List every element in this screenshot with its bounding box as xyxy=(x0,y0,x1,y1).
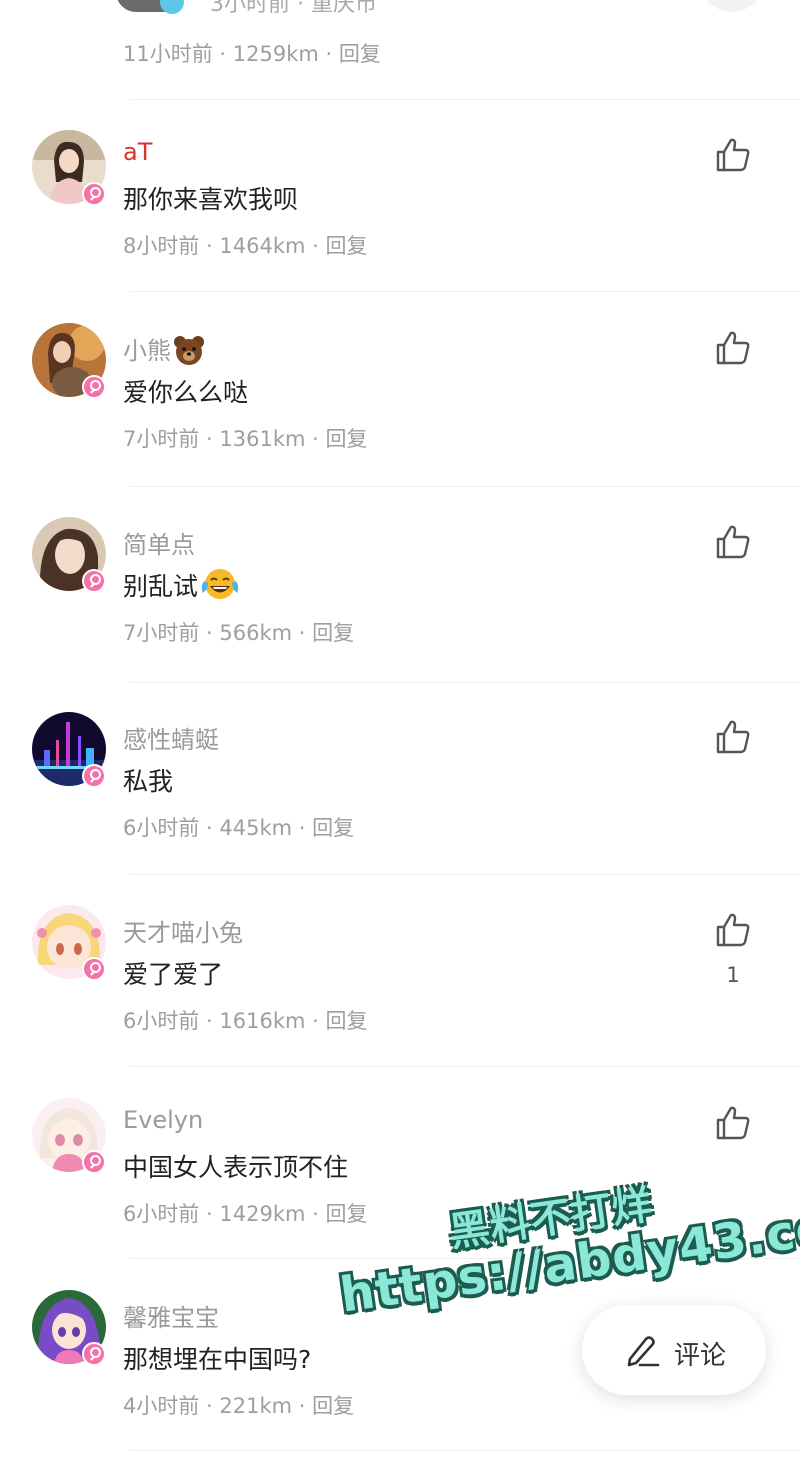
comment-time-distance: 11小时前 · 1259km · xyxy=(123,42,339,66)
reply-button[interactable]: 回复 xyxy=(312,621,354,645)
meta-separator: · xyxy=(199,234,220,258)
thumbs-up-icon xyxy=(716,1106,750,1140)
comment-time: 4小时前 xyxy=(123,1394,200,1418)
meta-separator: · xyxy=(199,1202,220,1226)
comment-meta: 6小时前 · 445km · 回复 xyxy=(123,812,354,842)
partial-comment-top: 3小时前 · 重庆市 11小时前 · 1259km · 回复 xyxy=(0,0,800,100)
like-button[interactable] xyxy=(712,521,754,563)
comment-username[interactable]: Evelyn xyxy=(123,1106,203,1134)
comment-time: 7小时前 xyxy=(123,427,200,451)
divider xyxy=(130,1450,800,1451)
comment-distance: 221km xyxy=(219,1394,293,1418)
meta-separator: · xyxy=(199,1009,220,1033)
comment-distance: 1429km xyxy=(219,1202,306,1226)
comment-time: 7小时前 xyxy=(123,621,200,645)
comment-text: 爱你么么哒 xyxy=(123,378,249,407)
comment-meta: 11小时前 · 1259km · 回复 xyxy=(123,38,381,68)
comment-meta: 6小时前 · 1429km · 回复 xyxy=(123,1198,368,1228)
comment-meta: 8小时前 · 1464km · 回复 xyxy=(123,230,368,260)
comment-item: 简单点 别乱试 7小时前 · 566km · 回复 xyxy=(0,487,800,677)
meta-separator: · xyxy=(292,816,313,840)
reply-button[interactable]: 回复 xyxy=(312,1394,354,1418)
gender-badge-icon xyxy=(82,957,106,981)
comment-time: 6小时前 xyxy=(123,816,200,840)
meta-separator: · xyxy=(305,1202,326,1226)
comment-username[interactable]: aT xyxy=(123,138,152,166)
comment-button[interactable]: 评论 xyxy=(582,1305,766,1395)
thumbs-up-icon xyxy=(716,720,750,754)
comment-button-label: 评论 xyxy=(674,1341,727,1371)
comment-text: 那你来喜欢我呗 xyxy=(123,185,299,214)
comment-item: 感性蜻蜓 私我 6小时前 · 445km · 回复 xyxy=(0,682,800,872)
like-button[interactable] xyxy=(712,1102,754,1144)
reply-button[interactable]: 回复 xyxy=(339,42,381,66)
divider xyxy=(130,1066,800,1067)
gender-badge-icon xyxy=(82,1342,106,1366)
comment-text: 爱了爱了 xyxy=(123,960,224,989)
comment-meta: 7小时前 · 566km · 回复 xyxy=(123,617,354,647)
like-button[interactable] xyxy=(712,716,754,758)
thumbs-up-icon xyxy=(716,913,750,947)
reply-button[interactable]: 回复 xyxy=(326,427,368,451)
reply-button[interactable]: 回复 xyxy=(326,234,368,258)
partial-comment-text: 3小时前 · 重庆市 xyxy=(210,0,377,17)
reply-button[interactable]: 回复 xyxy=(326,1009,368,1033)
comment-text: 私我 xyxy=(123,767,174,796)
meta-separator: · xyxy=(292,1394,313,1418)
comment-distance: 1464km xyxy=(219,234,306,258)
thumbs-up-icon xyxy=(716,331,750,365)
like-button[interactable] xyxy=(712,134,754,176)
meta-separator: · xyxy=(199,427,220,451)
comment-time: 6小时前 xyxy=(123,1202,200,1226)
comment-time: 8小时前 xyxy=(123,234,200,258)
tears-of-joy-emoji-icon xyxy=(200,567,240,607)
meta-separator: · xyxy=(199,816,220,840)
comment-username[interactable]: 馨雅宝宝 xyxy=(123,1298,219,1333)
like-count: 1 xyxy=(726,963,740,987)
gender-badge-icon xyxy=(82,764,106,788)
comment-meta: 6小时前 · 1616km · 回复 xyxy=(123,1005,368,1035)
comment-meta: 4小时前 · 221km · 回复 xyxy=(123,1390,354,1420)
comment-username[interactable]: 天才喵小兔 xyxy=(123,913,243,948)
gender-badge-icon xyxy=(82,375,106,399)
comment-distance: 445km xyxy=(219,816,293,840)
comment-item: 天才喵小兔 爱了爱了 6小时前 · 1616km · 回复 1 xyxy=(0,875,800,1065)
comment-text-content: 别乱试 xyxy=(123,572,199,601)
like-button[interactable] xyxy=(712,909,754,951)
comment-distance: 1361km xyxy=(219,427,306,451)
pen-icon xyxy=(627,1336,660,1367)
comment-meta: 7小时前 · 1361km · 回复 xyxy=(123,423,368,453)
thumbs-up-icon xyxy=(716,138,750,172)
gender-badge-icon xyxy=(82,182,106,206)
reply-button[interactable]: 回复 xyxy=(326,1202,368,1226)
meta-separator: · xyxy=(305,427,326,451)
comment-text: 那想埋在中国吗? xyxy=(123,1345,312,1374)
meta-separator: · xyxy=(199,621,220,645)
comment-text: 别乱试 xyxy=(123,567,240,607)
like-button[interactable] xyxy=(700,0,764,12)
gender-badge-icon xyxy=(82,569,106,593)
comment-time: 6小时前 xyxy=(123,1009,200,1033)
comment-item: 小熊 爱你么么哒 7小时前 · 1361km · 回复 xyxy=(0,293,800,483)
comment-distance: 566km xyxy=(219,621,293,645)
meta-separator: · xyxy=(305,234,326,258)
reply-button[interactable]: 回复 xyxy=(312,816,354,840)
comment-item: aT 那你来喜欢我呗 8小时前 · 1464km · 回复 xyxy=(0,100,800,290)
meta-separator: · xyxy=(305,1009,326,1033)
divider xyxy=(130,291,800,292)
comment-username[interactable]: 感性蜻蜓 xyxy=(123,720,219,755)
meta-separator: · xyxy=(292,621,313,645)
meta-separator: · xyxy=(199,1394,220,1418)
comment-username-text: 小熊 xyxy=(123,337,171,365)
bear-emoji-icon xyxy=(173,335,205,371)
gender-badge-icon xyxy=(82,1150,106,1174)
thumbs-up-icon xyxy=(716,525,750,559)
comment-username[interactable]: 小熊 xyxy=(123,331,205,371)
like-button[interactable] xyxy=(712,327,754,369)
comment-distance: 1616km xyxy=(219,1009,306,1033)
comment-text: 中国女人表示顶不住 xyxy=(123,1153,349,1182)
comment-username[interactable]: 简单点 xyxy=(123,525,195,560)
